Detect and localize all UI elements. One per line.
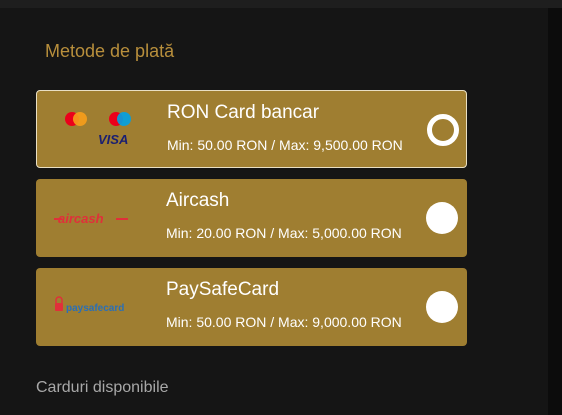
aircash-logo-text: aircash [58, 211, 104, 226]
radio-selected[interactable] [427, 114, 459, 146]
available-cards-title: Carduri disponibile [36, 379, 169, 396]
payment-method-name: RON Card bancar [167, 102, 320, 123]
payment-method-limits: Min: 20.00 RON / Max: 5,000.00 RON [166, 225, 402, 241]
payment-method-aircash[interactable]: aircash Aircash Min: 20.00 RON / Max: 5,… [36, 179, 467, 257]
payment-method-name: PaySafeCard [166, 279, 280, 300]
payment-method-limits: Min: 50.00 RON / Max: 9,000.00 RON [166, 314, 402, 330]
visa-mastercard-maestro-logo: VISA [49, 105, 167, 155]
radio-unselected[interactable] [426, 291, 458, 323]
payment-method-ron-card[interactable]: VISA RON Card bancar Min: 50.00 RON / Ma… [36, 90, 467, 168]
payment-method-paysafecard[interactable]: paysafecard PaySafeCard Min: 50.00 RON /… [36, 268, 467, 346]
section-title: Metode de plată [45, 41, 175, 61]
paysafecard-logo-text: paysafecard [66, 303, 124, 314]
payment-method-name: Aircash [166, 190, 230, 211]
payment-method-limits: Min: 50.00 RON / Max: 9,500.00 RON [167, 137, 403, 153]
scrollbar[interactable] [548, 8, 562, 415]
radio-unselected[interactable] [426, 202, 458, 234]
paysafecard-logo: paysafecard [48, 282, 166, 332]
top-bar [0, 0, 562, 8]
aircash-logo: aircash [48, 193, 166, 243]
visa-logo-text: VISA [98, 132, 128, 147]
